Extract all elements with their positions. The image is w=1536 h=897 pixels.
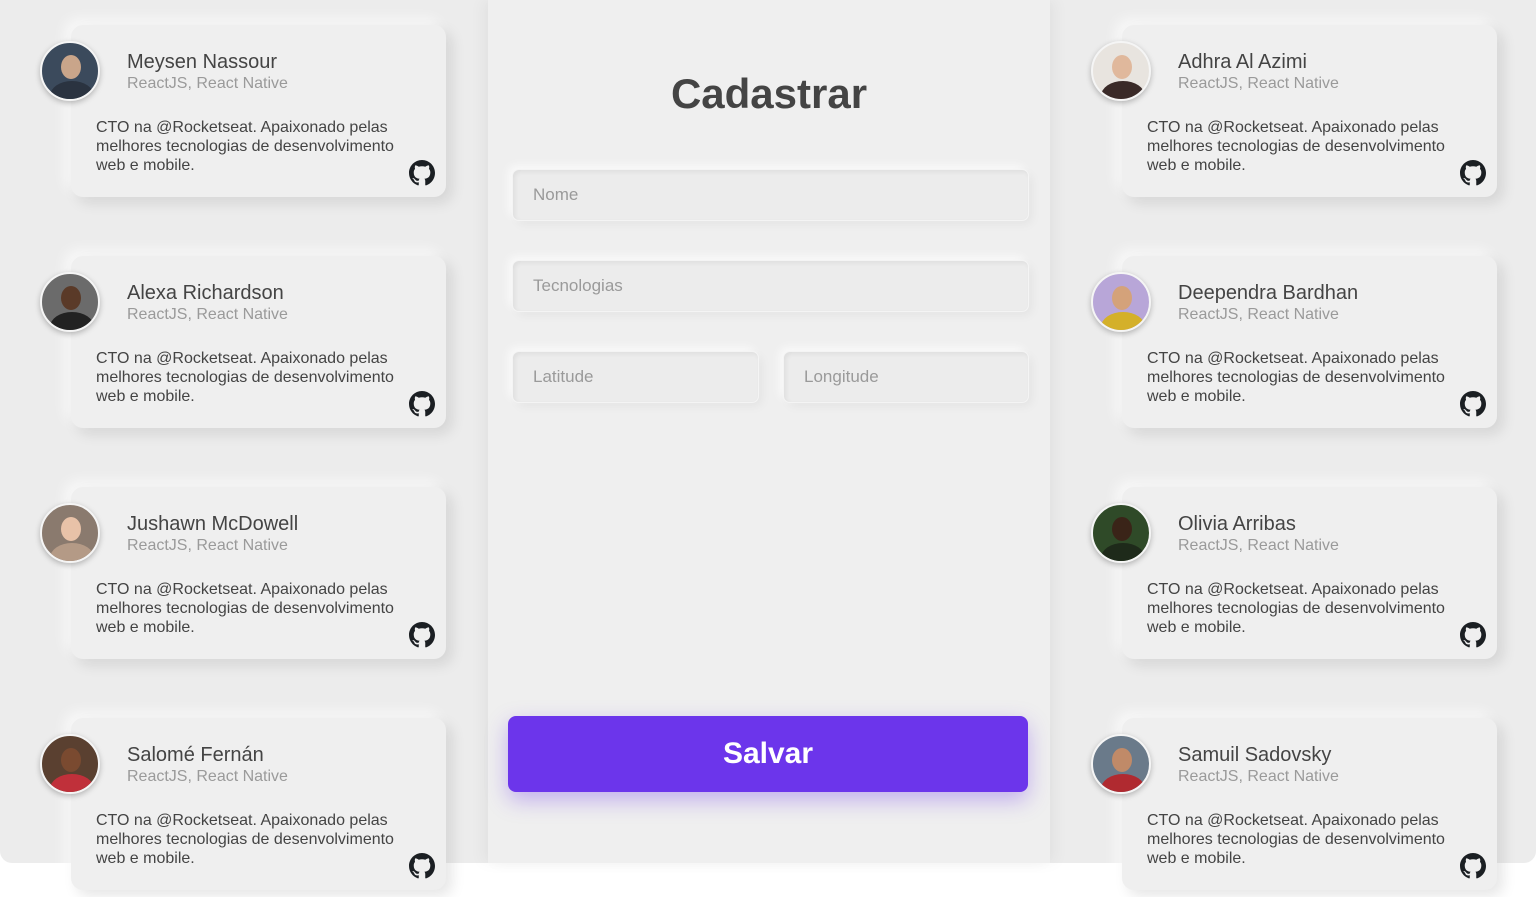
avatar <box>1091 734 1151 794</box>
dev-card: Samuil Sadovsky ReactJS, React Native CTO … <box>1122 718 1497 890</box>
dev-techs: ReactJS, React Native <box>127 768 288 785</box>
save-button[interactable]: Salvar <box>508 716 1028 792</box>
dev-card: Alexa Richardson ReactJS, React Native CTO… <box>71 256 446 428</box>
dev-techs: ReactJS, React Native <box>1178 537 1339 554</box>
dev-techs: ReactJS, React Native <box>1178 768 1339 785</box>
dev-bio: CTO na @Rocketseat. Apaixonado pelas mel… <box>1147 812 1445 867</box>
dev-techs: ReactJS, React Native <box>1178 306 1339 323</box>
dev-card: Adhra Al Azimi ReactJS, React Native CTO n… <box>1122 25 1497 197</box>
github-icon[interactable] <box>409 622 435 648</box>
github-icon[interactable] <box>409 391 435 417</box>
dev-card: Meysen Nassour ReactJS, React Native CTO n… <box>71 25 446 197</box>
dev-name: Adhra Al Azimi <box>1178 51 1307 73</box>
dev-name: Deependra Bardhan <box>1178 282 1359 304</box>
github-icon[interactable] <box>1460 160 1486 186</box>
avatar <box>40 503 100 563</box>
dev-bio: CTO na @Rocketseat. Apaixonado pelas mel… <box>96 350 394 405</box>
github-icon[interactable] <box>409 853 435 879</box>
dev-name: Salomé Fernán <box>127 744 264 766</box>
dev-name: Jushawn McDowell <box>127 513 299 535</box>
avatar <box>1091 503 1151 563</box>
dev-card: Deependra Bardhan ReactJS, React Native CT… <box>1122 256 1497 428</box>
longitude-input[interactable] <box>784 352 1028 402</box>
techs-input[interactable] <box>513 261 1028 311</box>
dev-bio: CTO na @Rocketseat. Apaixonado pelas mel… <box>96 581 394 636</box>
dev-bio: CTO na @Rocketseat. Apaixonado pelas mel… <box>1147 581 1445 636</box>
dev-bio: CTO na @Rocketseat. Apaixonado pelas mel… <box>1147 350 1445 405</box>
dev-card: Salomé Fernán ReactJS, React Native CTO na… <box>71 718 446 890</box>
dev-name: Olivia Arribas <box>1178 513 1296 535</box>
github-icon[interactable] <box>1460 391 1486 417</box>
latitude-input[interactable] <box>513 352 758 402</box>
dev-bio: CTO na @Rocketseat. Apaixonado pelas mel… <box>1147 119 1445 174</box>
dev-techs: ReactJS, React Native <box>127 75 288 92</box>
github-icon[interactable] <box>1460 622 1486 648</box>
dev-techs: ReactJS, React Native <box>127 537 288 554</box>
avatar <box>40 272 100 332</box>
dev-bio: CTO na @Rocketseat. Apaixonado pelas mel… <box>96 119 394 174</box>
dev-name: Meysen Nassour <box>127 51 278 73</box>
avatar <box>40 41 100 101</box>
dev-name: Alexa Richardson <box>127 282 284 304</box>
avatar <box>1091 272 1151 332</box>
avatar <box>1091 41 1151 101</box>
name-input[interactable] <box>513 170 1028 220</box>
dev-bio: CTO na @Rocketseat. Apaixonado pelas mel… <box>96 812 394 867</box>
github-icon[interactable] <box>409 160 435 186</box>
avatar <box>40 734 100 794</box>
form-title: Cadastrar <box>670 70 868 117</box>
dev-name: Samuil Sadovsky <box>1178 744 1332 766</box>
github-icon[interactable] <box>1460 853 1486 879</box>
dev-card: Jushawn McDowell ReactJS, React Native CTO… <box>71 487 446 659</box>
dev-techs: ReactJS, React Native <box>127 306 288 323</box>
dev-card: Olivia Arribas ReactJS, React Native CTO n… <box>1122 487 1497 659</box>
dev-techs: ReactJS, React Native <box>1178 75 1339 92</box>
